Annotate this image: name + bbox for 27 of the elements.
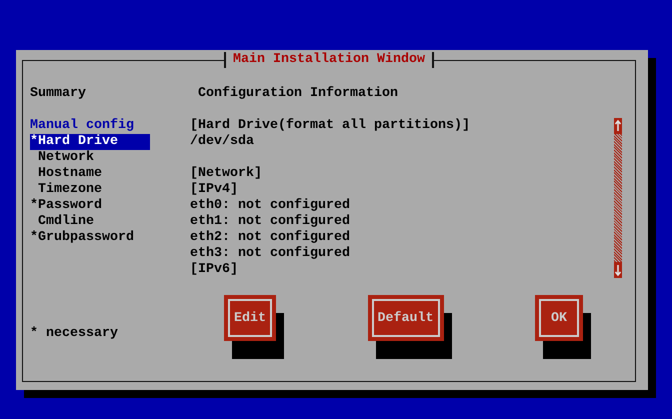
scroll-up-icon[interactable] bbox=[614, 118, 622, 134]
scroll-down-icon[interactable] bbox=[614, 262, 622, 278]
footnote: * necessary bbox=[30, 325, 119, 342]
config-line: eth2: not configured bbox=[190, 230, 350, 246]
action-button[interactable]: Edit bbox=[224, 295, 276, 341]
config-line: /dev/sda bbox=[190, 134, 254, 150]
group-label: Manual config bbox=[30, 118, 134, 134]
summary-item[interactable]: *Hard Drive bbox=[30, 134, 150, 150]
config-line: eth1: not configured bbox=[190, 214, 350, 230]
column-heading: Configuration Information bbox=[198, 86, 399, 102]
summary-item[interactable]: *Password bbox=[30, 198, 150, 214]
scrollbar[interactable] bbox=[614, 118, 622, 278]
column-heading: Summary bbox=[30, 86, 87, 102]
config-line: [Network] bbox=[190, 166, 262, 182]
summary-item[interactable]: Hostname bbox=[30, 166, 150, 182]
config-line: eth0: not configured bbox=[190, 198, 350, 214]
config-line: [IPv6] bbox=[190, 262, 238, 278]
config-line: [Hard Drive(format all partitions)] bbox=[190, 118, 470, 134]
window-title: Main Installation Window bbox=[224, 52, 434, 68]
summary-item[interactable]: *Grubpassword bbox=[30, 230, 150, 246]
config-line: [IPv4] bbox=[190, 182, 238, 198]
action-button[interactable]: OK bbox=[535, 295, 583, 341]
action-button[interactable]: Default bbox=[368, 295, 444, 341]
summary-item[interactable]: Timezone bbox=[30, 182, 150, 198]
summary-item[interactable]: Cmdline bbox=[30, 214, 150, 230]
summary-item[interactable]: Network bbox=[30, 150, 150, 166]
config-line: eth3: not configured bbox=[190, 246, 350, 262]
